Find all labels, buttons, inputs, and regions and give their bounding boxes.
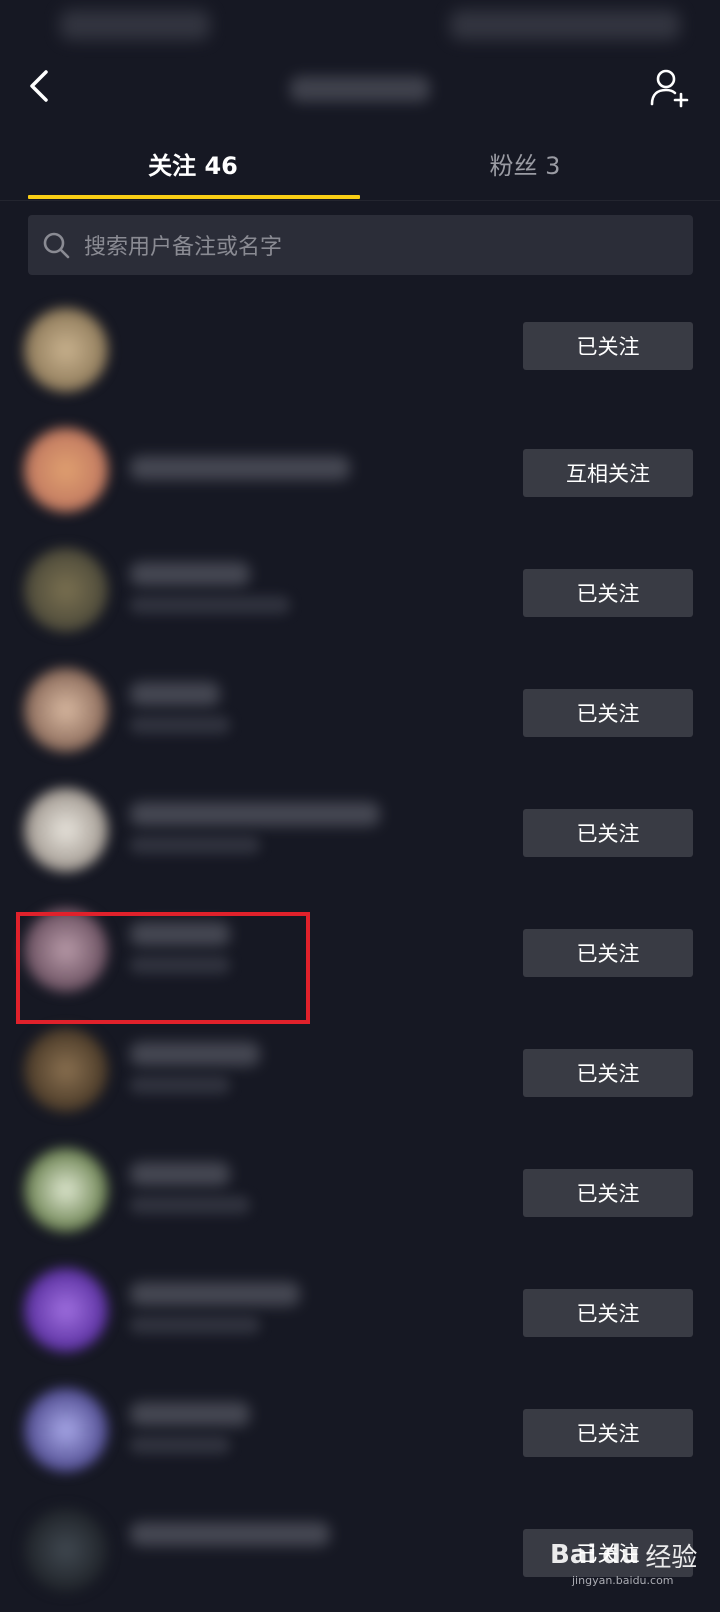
name-blurred	[130, 1522, 330, 1546]
list-item[interactable]: 已关注	[0, 1130, 720, 1252]
follow-button[interactable]: 已关注	[523, 929, 693, 977]
status-bar-left-blurred	[60, 10, 210, 40]
subtitle-blurred	[130, 1196, 250, 1214]
subtitle-blurred	[130, 836, 260, 854]
follow-button[interactable]: 已关注	[523, 322, 693, 370]
avatar	[24, 548, 108, 632]
list-item[interactable]: 已关注	[0, 290, 720, 412]
name-blurred	[130, 1402, 250, 1426]
watermark-paw: du	[602, 1540, 640, 1570]
add-user-icon	[650, 69, 689, 108]
name-blurred	[130, 802, 380, 826]
follow-button[interactable]: 已关注	[523, 569, 693, 617]
watermark-url: jingyan.baidu.com	[572, 1574, 674, 1587]
follow-button[interactable]: 互相关注	[523, 449, 693, 497]
status-bar	[0, 0, 720, 50]
search-placeholder: 搜索用户备注或名字	[84, 235, 283, 260]
add-friend-button[interactable]	[648, 66, 692, 110]
name-blurred	[130, 1042, 260, 1066]
nav-title-blurred	[290, 76, 430, 102]
tab-indicator	[28, 195, 360, 199]
follow-button[interactable]: 已关注	[523, 1409, 693, 1457]
list-item[interactable]: 已关注	[0, 1370, 720, 1492]
name-blurred	[130, 562, 250, 586]
follow-button[interactable]: 已关注	[523, 1049, 693, 1097]
avatar	[24, 308, 108, 392]
watermark-logo: Bai	[550, 1540, 597, 1570]
search-icon	[43, 232, 70, 259]
name-blurred	[130, 682, 220, 706]
chevron-left-icon	[30, 70, 48, 102]
list-item[interactable]: 已关注	[0, 650, 720, 772]
subtitle-blurred	[130, 1436, 230, 1454]
avatar	[24, 1508, 108, 1592]
list-item[interactable]: 互相关注	[0, 410, 720, 532]
name-blurred	[130, 456, 350, 480]
name-blurred	[130, 1282, 300, 1306]
list-item[interactable]: 已关注	[0, 530, 720, 652]
nav-bar	[0, 50, 720, 130]
subtitle-blurred	[130, 716, 230, 734]
follow-button[interactable]: 已关注	[523, 689, 693, 737]
follow-button[interactable]: 已关注	[523, 809, 693, 857]
highlight-annotation	[16, 912, 310, 1024]
avatar	[24, 788, 108, 872]
avatar	[24, 428, 108, 512]
watermark-brand: 经验	[645, 1542, 698, 1573]
tab-following[interactable]: 关注 46	[28, 130, 358, 196]
search-input[interactable]: 搜索用户备注或名字	[28, 215, 693, 275]
subtitle-blurred	[130, 1076, 230, 1094]
list-item[interactable]: 已关注	[0, 770, 720, 892]
subtitle-blurred	[130, 596, 290, 614]
status-bar-right-blurred	[450, 10, 680, 40]
tab-fans[interactable]: 粉丝 3	[360, 130, 690, 196]
follow-button[interactable]: 已关注	[523, 1169, 693, 1217]
tab-bar: 关注 46 粉丝 3	[0, 130, 720, 201]
follow-button[interactable]: 已关注	[523, 1289, 693, 1337]
avatar	[24, 668, 108, 752]
avatar	[24, 1148, 108, 1232]
avatar	[24, 1268, 108, 1352]
avatar	[24, 1028, 108, 1112]
list-item[interactable]: 已关注	[0, 1010, 720, 1132]
list-item[interactable]: 已关注	[0, 1250, 720, 1372]
back-button[interactable]	[20, 66, 60, 106]
name-blurred	[130, 1162, 230, 1186]
subtitle-blurred	[130, 1316, 260, 1334]
avatar	[24, 1388, 108, 1472]
